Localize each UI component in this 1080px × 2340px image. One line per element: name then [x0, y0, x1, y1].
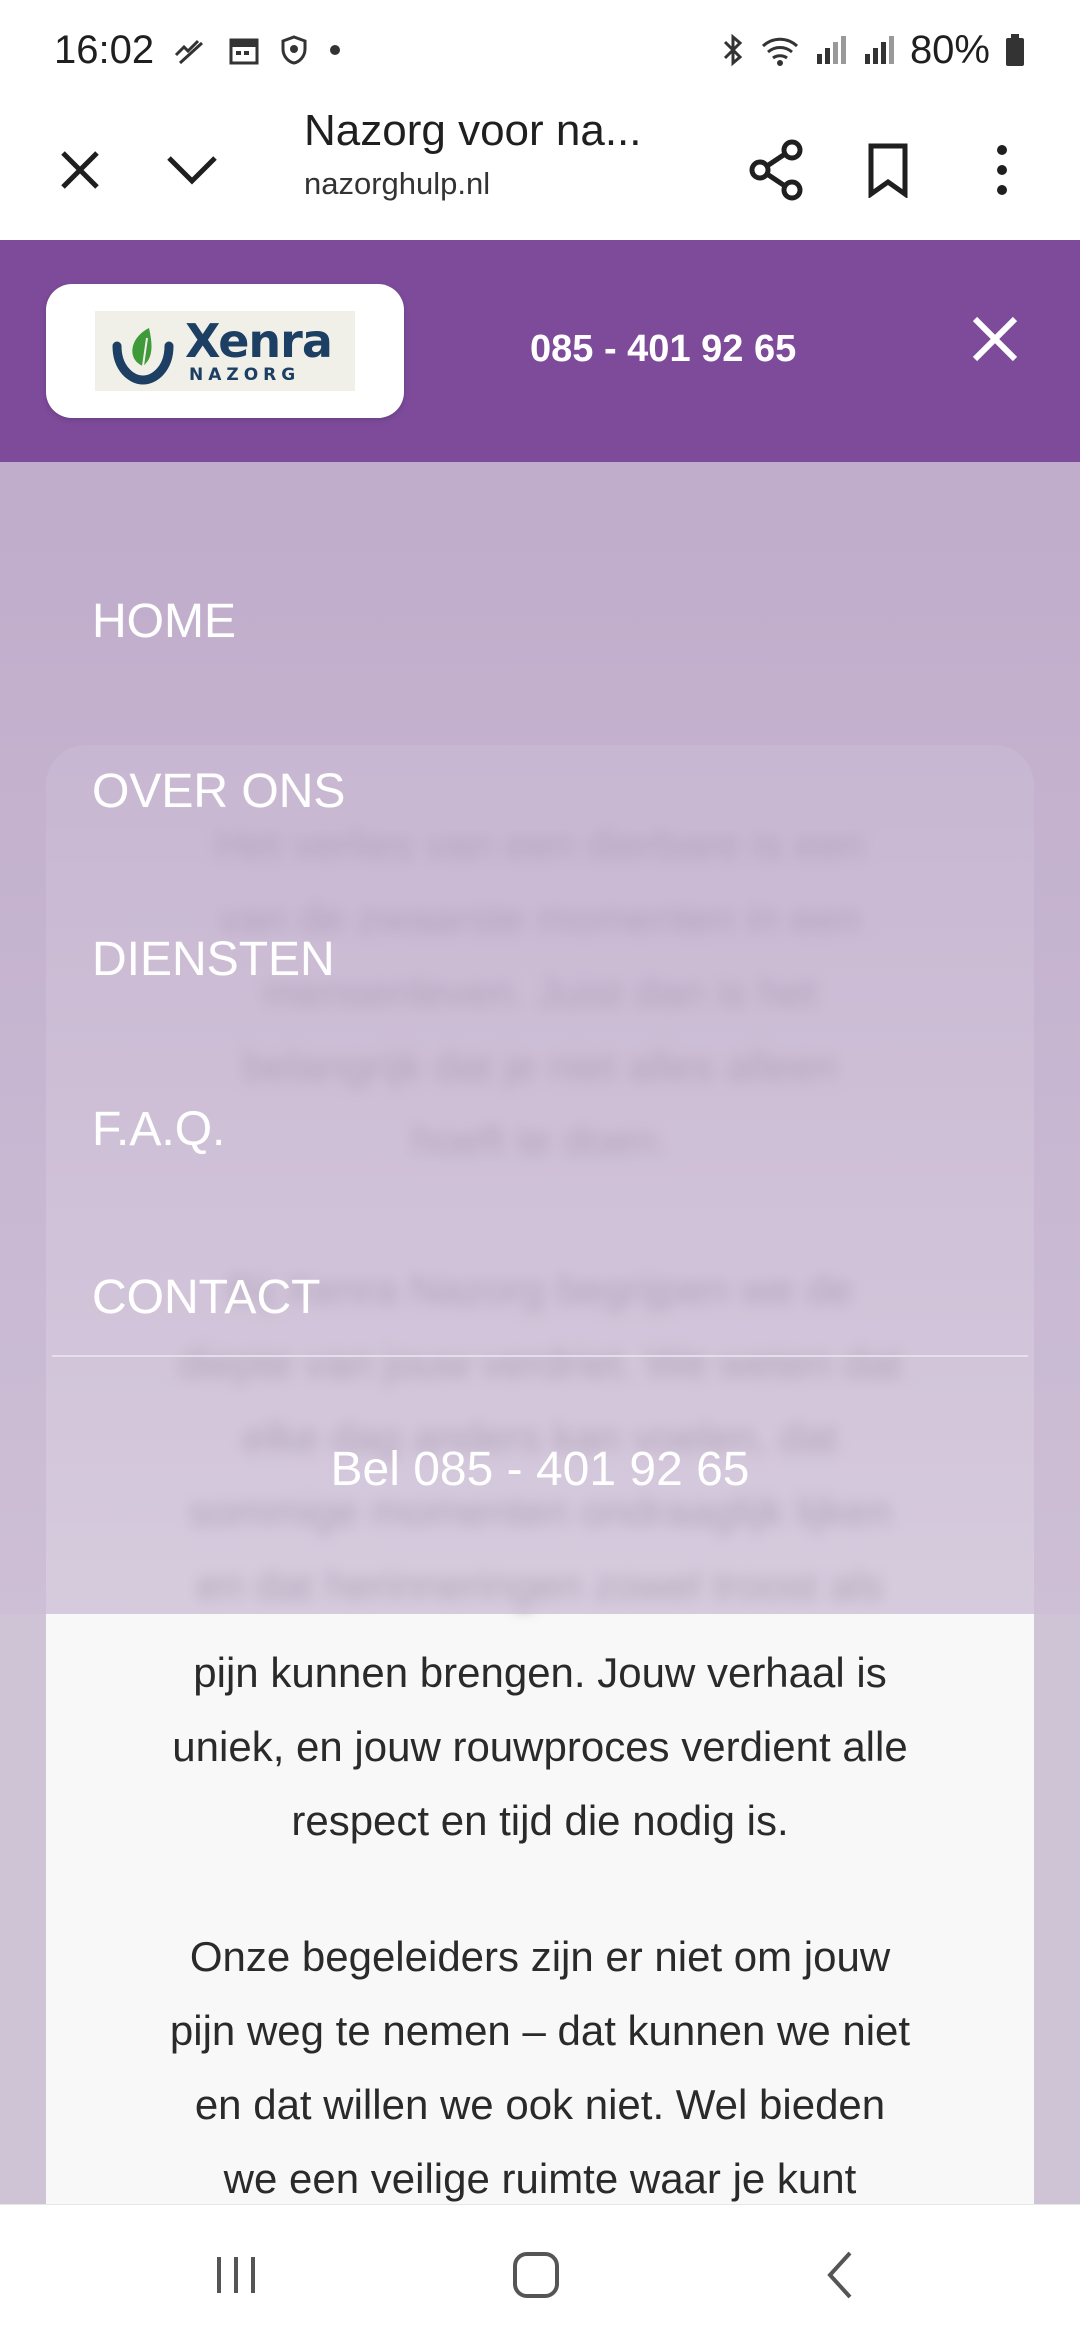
mobile-menu: HOME OVER ONS DIENSTEN F.A.Q. CONTACT Be… [0, 462, 1080, 1614]
recent-apps-button[interactable] [176, 2235, 296, 2315]
header-phone-link[interactable]: 085 - 401 92 65 [530, 328, 796, 371]
close-icon [972, 316, 1018, 362]
text-line: Onze begeleiders zijn er niet om jouw [189, 1933, 891, 1980]
logo-inner: Xenra NAZORG [95, 311, 355, 391]
text-line: respect en tijd die nodig is. [291, 1797, 789, 1844]
text-line: en dat willen we ook niet. Wel bieden [194, 2081, 886, 2128]
dot-icon [328, 43, 342, 57]
wifi-icon [760, 34, 800, 66]
back-button[interactable] [780, 2235, 900, 2315]
page-info[interactable]: Nazorg voor na... nazorghulp.nl [304, 106, 704, 202]
shield-icon [280, 35, 308, 65]
menu-item-home[interactable]: HOME [92, 594, 236, 649]
text-line: uniek, en jouw rouwproces verdient alle [172, 1723, 908, 1770]
browser-toolbar: Nazorg voor na... nazorghulp.nl [0, 100, 1080, 240]
close-tab-button[interactable] [40, 130, 120, 210]
battery-icon [1004, 33, 1026, 67]
chevron-down-icon [167, 156, 217, 185]
status-time: 16:02 [54, 27, 155, 72]
home-icon [513, 2252, 559, 2298]
menu-divider [52, 1355, 1028, 1357]
recent-apps-icon [217, 2257, 255, 2293]
share-icon [749, 139, 803, 201]
signal-icon [814, 34, 848, 66]
menu-item-contact[interactable]: CONTACT [92, 1270, 320, 1325]
text-line: pijn weg te nemen – dat kunnen we niet [169, 2007, 911, 2054]
menu-item-faq[interactable]: F.A.Q. [92, 1102, 225, 1157]
logo-subtitle: NAZORG [189, 365, 301, 385]
logo[interactable]: Xenra NAZORG [46, 284, 404, 418]
menu-close-button[interactable] [960, 304, 1030, 374]
support-paragraph: pijn kunnen brengen. Jouw verhaal is unie… [46, 1636, 1034, 1858]
bookmark-button[interactable] [848, 130, 928, 210]
text-line: we een veilige ruimte waar je kunt [223, 2155, 857, 2202]
signal-icon [862, 34, 896, 66]
more-options-button[interactable] [962, 130, 1042, 210]
guidance-paragraph: Onze begeleiders zijn er niet om jouw pij… [46, 1920, 1034, 2204]
logo-name: Xenra [185, 314, 333, 368]
minimize-button[interactable] [152, 130, 232, 210]
status-bar: 16:02 80% [0, 0, 1080, 100]
bookmark-icon [868, 143, 908, 198]
battery-percentage: 80% [909, 27, 990, 72]
page-title: Nazorg voor na... [304, 106, 642, 155]
missed-call-icon [174, 35, 208, 65]
text-line: pijn kunnen brengen. Jouw verhaal is [193, 1649, 887, 1696]
bluetooth-icon [720, 33, 746, 67]
calendar-icon [228, 34, 260, 66]
web-page: Het verlies van een dierbare is eenvan d… [0, 240, 1080, 2204]
back-icon [827, 2251, 852, 2299]
close-icon [61, 151, 99, 189]
site-header: Xenra NAZORG 085 - 401 92 65 [0, 240, 1080, 462]
hands-leaf-icon [112, 328, 174, 385]
share-button[interactable] [736, 130, 816, 210]
call-button[interactable]: Bel 085 - 401 92 65 [0, 1442, 1080, 1497]
home-button[interactable] [476, 2235, 596, 2315]
menu-item-over-ons[interactable]: OVER ONS [92, 764, 345, 819]
menu-item-diensten[interactable]: DIENSTEN [92, 932, 335, 987]
more-vertical-icon [997, 145, 1007, 195]
page-url: nazorghulp.nl [304, 166, 491, 201]
system-nav-bar [0, 2204, 1080, 2340]
